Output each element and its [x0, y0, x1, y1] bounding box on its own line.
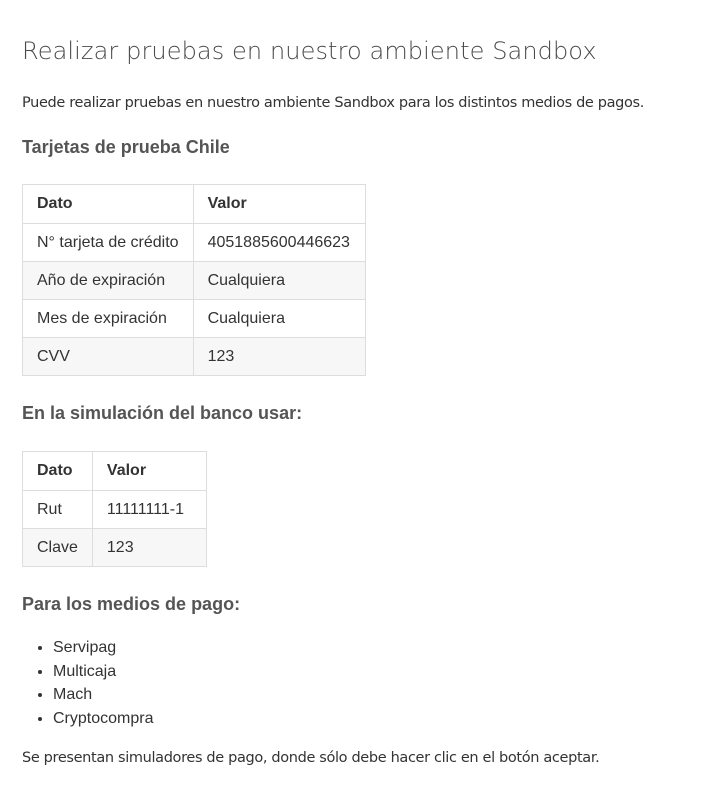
table-cell: CVV: [22, 337, 194, 376]
table-row: Rut 11111111-1: [22, 490, 207, 529]
table-header-cell: Valor: [192, 184, 366, 224]
table-header-row: Dato Valor: [22, 451, 207, 491]
table-row: Mes de expiración Cualquiera: [22, 299, 366, 338]
bank-credentials-table: Dato Valor Rut 11111111-1 Clave 123: [22, 451, 207, 567]
list-item: Servipag: [53, 636, 153, 660]
table-header-cell: Dato: [22, 184, 194, 224]
table-cell: 123: [91, 528, 207, 567]
table-cell: 11111111-1: [91, 490, 207, 529]
table-cell: Cualquiera: [192, 299, 366, 338]
table-cell: Cualquiera: [192, 261, 366, 300]
list-item: Cryptocompra: [53, 707, 153, 731]
table-header-cell: Valor: [91, 451, 207, 491]
table-header-cell: Dato: [22, 451, 93, 491]
list-item: Multicaja: [53, 660, 153, 684]
test-cards-table: Dato Valor N° tarjeta de crédito 4051885…: [22, 184, 366, 376]
intro-text: Puede realizar pruebas en nuestro ambien…: [22, 95, 644, 111]
table-cell: Mes de expiración: [22, 299, 194, 338]
table-cell: 4051885600446623: [192, 223, 366, 262]
bank-heading: En la simulación del banco usar:: [22, 403, 303, 423]
outro-text: Se presentan simuladores de pago, donde …: [22, 750, 600, 766]
table-cell: N° tarjeta de crédito: [22, 223, 194, 262]
table-cell: Clave: [22, 528, 93, 567]
table-row: Clave 123: [22, 528, 207, 567]
table-cell: Rut: [22, 490, 93, 529]
table-header-row: Dato Valor: [22, 184, 366, 224]
list-item: Mach: [53, 683, 153, 707]
payment-methods-heading: Para los medios de pago:: [22, 594, 241, 614]
cards-heading: Tarjetas de prueba Chile: [22, 137, 230, 157]
table-row: N° tarjeta de crédito 4051885600446623: [22, 223, 366, 262]
table-cell: 123: [192, 337, 366, 376]
table-row: Año de expiración Cualquiera: [22, 261, 366, 300]
table-row: CVV 123: [22, 337, 366, 376]
page-title: Realizar pruebas en nuestro ambiente San…: [22, 37, 597, 65]
table-cell: Año de expiración: [22, 261, 194, 300]
payment-methods-list: Servipag Multicaja Mach Cryptocompra: [22, 636, 153, 730]
